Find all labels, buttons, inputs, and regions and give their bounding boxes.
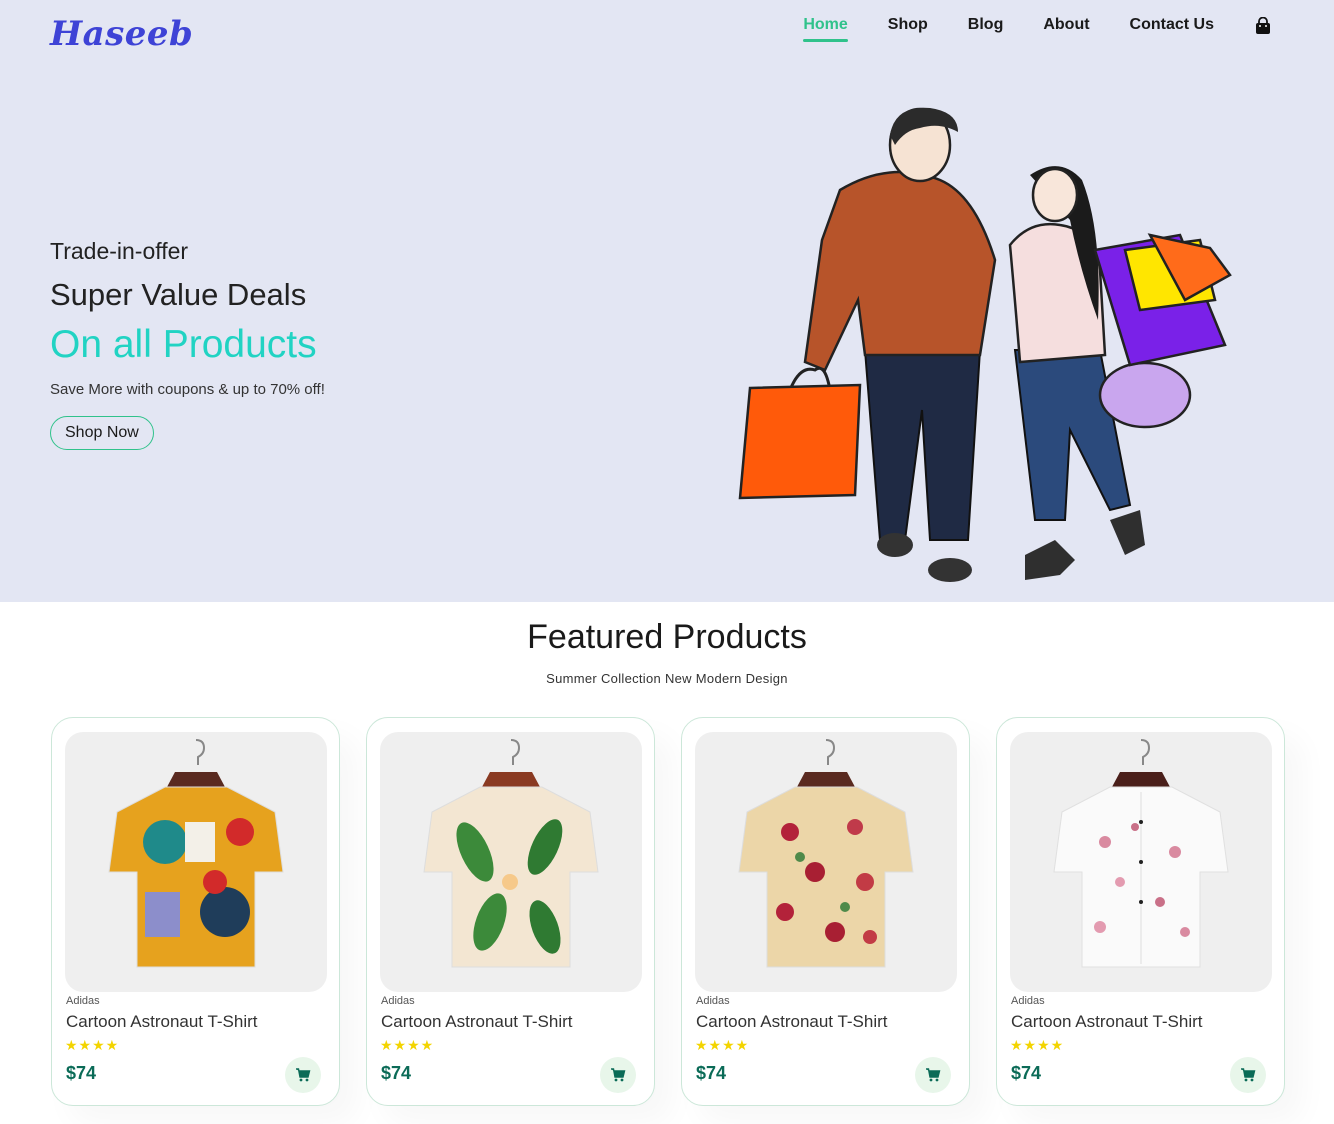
nav-blog[interactable]: Blog	[968, 16, 1004, 42]
cart-icon	[296, 1068, 311, 1082]
hero-section: Haseeb Home Shop Blog About Contact Us T…	[0, 0, 1334, 602]
product-price: $74	[66, 1063, 97, 1083]
product-price: $74	[1011, 1063, 1042, 1083]
product-grid: Adidas Cartoon Astronaut T-Shirt ★★★★ $7…	[51, 717, 1285, 1106]
star-rating: ★★★★	[695, 1037, 750, 1053]
shirt-image-2	[423, 739, 599, 968]
featured-subtitle: Summer Collection New Modern Design	[546, 671, 788, 686]
shopping-bag-icon[interactable]	[1254, 17, 1272, 35]
nav-about[interactable]: About	[1043, 16, 1089, 42]
product-brand: Adidas	[381, 995, 415, 1007]
star-rating: ★★★★	[65, 1037, 120, 1053]
star-rating: ★★★★	[380, 1037, 435, 1053]
product-image[interactable]	[65, 732, 327, 992]
product-card[interactable]: Adidas Cartoon Astronaut T-Shirt ★★★★ $7…	[996, 717, 1285, 1106]
product-card[interactable]: Adidas Cartoon Astronaut T-Shirt ★★★★ $7…	[51, 717, 340, 1106]
nav-contact[interactable]: Contact Us	[1130, 16, 1214, 42]
hero-highlight: On all Products	[50, 323, 317, 366]
shirt-image-4	[1053, 739, 1229, 968]
shirt-image-3	[738, 739, 914, 968]
cart-icon	[611, 1068, 626, 1082]
product-name[interactable]: Cartoon Astronaut T-Shirt	[381, 1012, 573, 1032]
product-brand: Adidas	[696, 995, 730, 1007]
add-to-cart-button[interactable]	[1230, 1057, 1266, 1093]
add-to-cart-button[interactable]	[600, 1057, 636, 1093]
star-rating: ★★★★	[1010, 1037, 1065, 1053]
product-price: $74	[381, 1063, 412, 1083]
shirt-image-1	[108, 739, 284, 968]
featured-title: Featured Products	[527, 618, 807, 656]
add-to-cart-button[interactable]	[285, 1057, 321, 1093]
product-name[interactable]: Cartoon Astronaut T-Shirt	[1011, 1012, 1203, 1032]
product-price: $74	[696, 1063, 727, 1083]
product-image[interactable]	[695, 732, 957, 992]
hero-heading: Super Value Deals	[50, 277, 307, 312]
hero-text: Trade-in-offer Super Value Deals On all …	[50, 238, 325, 450]
cart-icon	[1241, 1068, 1256, 1082]
hero-kicker: Trade-in-offer	[50, 238, 189, 264]
shop-now-button[interactable]: Shop Now	[50, 416, 154, 450]
nav-home[interactable]: Home	[803, 16, 849, 42]
product-card[interactable]: Adidas Cartoon Astronaut T-Shirt ★★★★ $7…	[681, 717, 970, 1106]
product-image[interactable]	[380, 732, 642, 992]
logo[interactable]: Haseeb	[50, 14, 193, 54]
shopping-couple-illustration	[738, 107, 1232, 582]
add-to-cart-button[interactable]	[915, 1057, 951, 1093]
product-card[interactable]: Adidas Cartoon Astronaut T-Shirt ★★★★ $7…	[366, 717, 655, 1106]
main-nav: Home Shop Blog About Contact Us	[763, 16, 1272, 42]
product-name[interactable]: Cartoon Astronaut T-Shirt	[696, 1012, 888, 1032]
product-image[interactable]	[1010, 732, 1272, 992]
product-name[interactable]: Cartoon Astronaut T-Shirt	[66, 1012, 258, 1032]
cart-icon	[926, 1068, 941, 1082]
product-brand: Adidas	[1011, 995, 1045, 1007]
nav-shop[interactable]: Shop	[888, 16, 928, 42]
product-brand: Adidas	[66, 995, 100, 1007]
hero-description: Save More with coupons & up to 70% off!	[50, 381, 325, 398]
